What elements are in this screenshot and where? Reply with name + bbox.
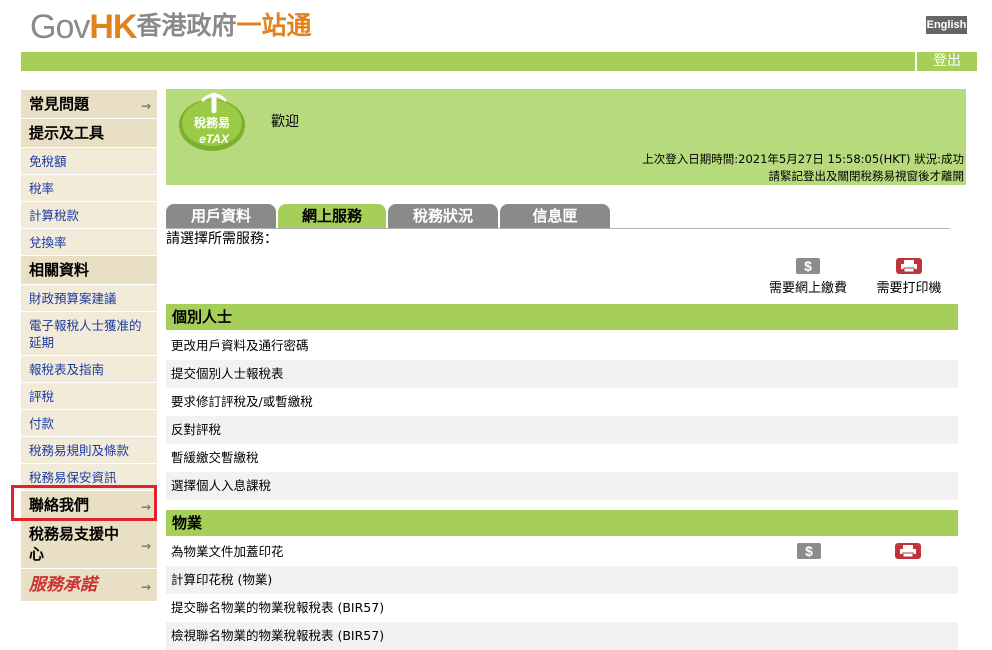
sidebar-item-6: 相關資料 <box>21 256 157 285</box>
sidebar-item-label: 兌換率 <box>29 235 67 250</box>
arrow-right-icon: → <box>140 580 151 594</box>
service-change-profile[interactable]: 更改用戶資料及通行密碼 <box>166 332 958 360</box>
logo-gov-text: Gov <box>30 8 90 46</box>
sidebar-item-12[interactable]: 稅務易規則及條款 <box>21 437 157 464</box>
service-revise-assessment[interactable]: 要求修訂評稅及/或暫繳稅 <box>166 388 958 416</box>
sidebar-item-label: 稅務易保安資訊 <box>29 470 117 485</box>
service-stamp-property-documents[interactable]: 為物業文件加蓋印花 $ <box>166 538 958 566</box>
section-property-header: 物業 <box>166 510 958 536</box>
service-object-assessment[interactable]: 反對評稅 <box>166 416 958 444</box>
sidebar-item-label: 稅率 <box>29 181 55 196</box>
service-submit-individual-return[interactable]: 提交個別人士報稅表 <box>166 360 958 388</box>
sidebar-item-label: 付款 <box>29 416 55 431</box>
sidebar: 常見問題 → 提示及工具免稅額稅率計算稅款兌換率相關資料財政預算案建議電子報稅人士獲… <box>21 90 157 602</box>
etax-logo-icon: 稅務易 eTAX <box>179 92 245 151</box>
service-stamp-property-label: 為物業文件加蓋印花 <box>171 544 284 559</box>
dollar-icon: $ <box>797 543 821 559</box>
svg-text:$: $ <box>805 543 813 559</box>
legend-printer: 需要打印機 <box>866 258 952 296</box>
govhk-logo[interactable]: GovHK香港政府一站通 <box>30 6 312 46</box>
svg-text:$: $ <box>804 258 812 274</box>
sidebar-item-label: 財政預算案建議 <box>29 291 117 306</box>
last-login-info: 上次登入日期時間:2021年5月27日 15:58:05(HKT) 狀況:成功 <box>642 152 964 166</box>
section-individuals-header: 個別人士 <box>166 304 958 330</box>
sidebar-item-5[interactable]: 兌換率 <box>21 229 157 256</box>
logo-hk-text: HK <box>89 8 137 46</box>
sidebar-item-8[interactable]: 電子報稅人士獲准的延期 <box>21 312 157 356</box>
logout-reminder: 請緊記登出及關閉稅務易視窗後才離開 <box>768 169 965 183</box>
logo-zh-orange: 一站通 <box>236 11 312 40</box>
logo-zh-gray: 香港政府 <box>136 11 237 40</box>
sidebar-item-label: 評稅 <box>29 389 55 404</box>
sidebar-item-2[interactable]: 免稅額 <box>21 148 157 175</box>
sidebar-item-label: 計算稅款 <box>29 208 80 223</box>
sidebar-item-label: 免稅額 <box>29 154 67 169</box>
service-personal-assessment[interactable]: 選擇個人入息課稅 <box>166 472 958 500</box>
sidebar-item-label: 提示及工具 <box>29 124 105 142</box>
sidebar-item-label: 相關資料 <box>29 261 90 279</box>
welcome-text: 歡迎 <box>271 114 299 130</box>
sidebar-item-label: 常見問題 <box>29 95 90 113</box>
sidebar-item-7[interactable]: 財政預算案建議 <box>21 285 157 312</box>
printer-icon <box>895 543 921 559</box>
english-language-button[interactable]: English <box>926 16 967 34</box>
welcome-banner: 稅務易 eTAX 歡迎 上次登入日期時間:2021年5月27日 15:58:05… <box>166 89 966 185</box>
tab-message-box[interactable]: 信息匣 <box>500 204 610 228</box>
legend-print-label: 需要打印機 <box>876 281 942 296</box>
printer-icon <box>896 258 922 274</box>
etax-logo-en: eTAX <box>199 132 230 146</box>
legend-online-payment: $ 需要網上繳費 <box>758 258 858 296</box>
sidebar-item-label: 稅務易規則及條款 <box>29 443 130 458</box>
logout-button[interactable]: 登出 <box>915 52 977 71</box>
legend-pay-label: 需要網上繳費 <box>768 281 847 296</box>
service-submit-bir57[interactable]: 提交聯名物業的物業稅報稅表 (BIR57) <box>166 594 958 622</box>
service-prompt: 請選擇所需服務： <box>166 231 278 247</box>
service-view-bir57[interactable]: 檢視聯名物業的物業稅報稅表 (BIR57) <box>166 622 958 650</box>
sidebar-item-label: 報稅表及指南 <box>29 362 105 377</box>
sidebar-item-1: 提示及工具 <box>21 119 157 148</box>
sidebar-item-4[interactable]: 計算稅款 <box>21 202 157 229</box>
arrow-right-icon: → <box>140 99 151 113</box>
sidebar-item-0[interactable]: 常見問題 → <box>21 90 157 119</box>
sidebar-item-label: 服務承諾 <box>29 575 97 595</box>
sidebar-item-label: 電子報稅人士獲准的延期 <box>29 318 142 350</box>
dollar-icon: $ <box>796 258 820 274</box>
service-calculate-stamp-duty[interactable]: 計算印花稅 (物業) <box>166 566 958 594</box>
sidebar-item-label: 稅務易支援中心 <box>29 525 120 563</box>
arrow-right-icon: → <box>140 539 151 553</box>
etax-logo-zh: 稅務易 <box>194 115 230 130</box>
highlight-box <box>11 485 157 521</box>
sidebar-item-9[interactable]: 報稅表及指南 <box>21 356 157 383</box>
sidebar-item-3[interactable]: 稅率 <box>21 175 157 202</box>
service-holdover-provisional-tax[interactable]: 暫緩繳交暫繳稅 <box>166 444 958 472</box>
top-green-bar: 登出 <box>21 52 977 71</box>
sidebar-item-10[interactable]: 評稅 <box>21 383 157 410</box>
sidebar-item-11[interactable]: 付款 <box>21 410 157 437</box>
tab-online-services[interactable]: 網上服務 <box>278 204 386 228</box>
sidebar-item-15[interactable]: 稅務易支援中心 → <box>21 520 157 569</box>
tab-bar: 用戶資料 網上服務 稅務狀況 信息匣 <box>166 202 950 229</box>
tab-tax-status[interactable]: 稅務狀況 <box>388 204 498 228</box>
sidebar-item-16[interactable]: 服務承諾 → <box>21 569 157 602</box>
tab-user-profile[interactable]: 用戶資料 <box>166 204 276 228</box>
